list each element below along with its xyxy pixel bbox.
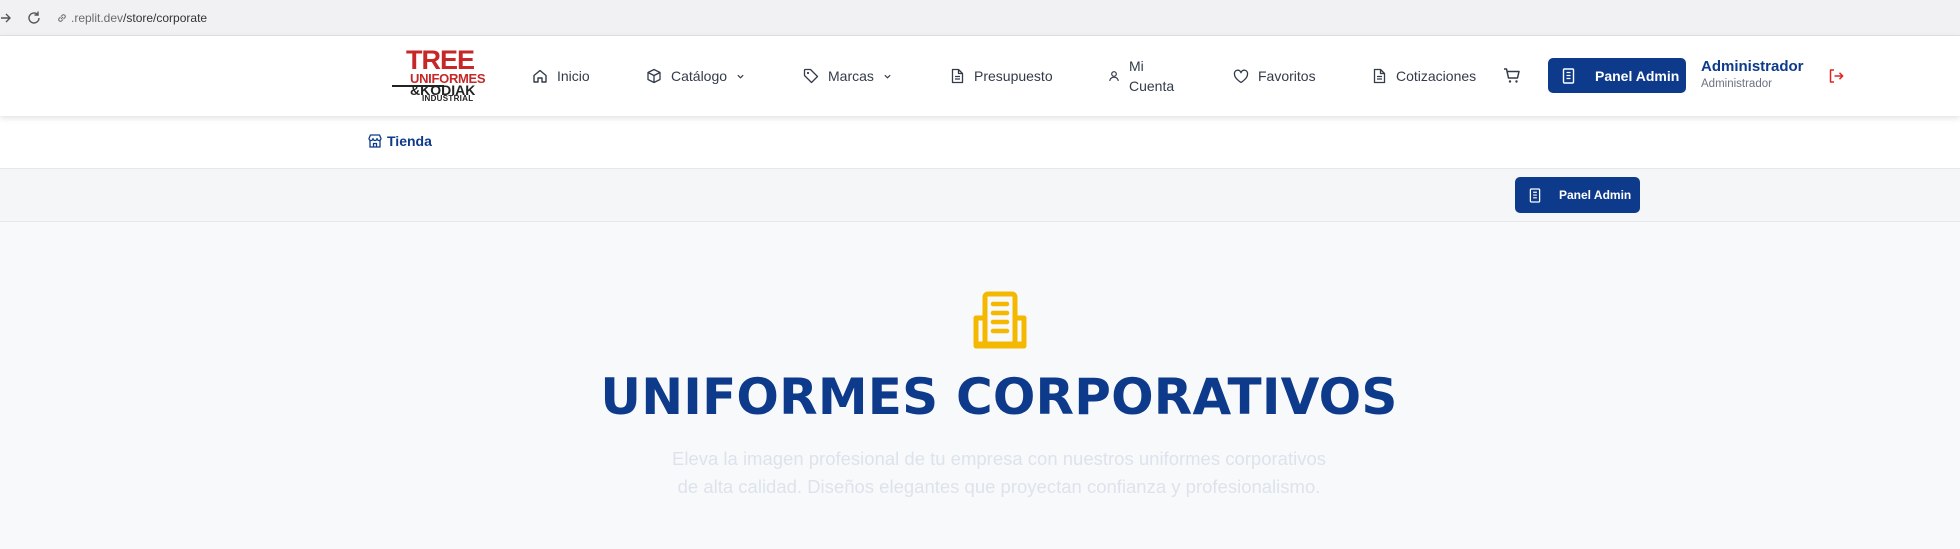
panel-admin-label: Panel Admin [1595,67,1680,84]
page-title: UNIFORMES CORPORATIVOS [600,368,1398,426]
document-icon [1373,68,1386,84]
logout-icon[interactable] [1827,67,1845,85]
url-host: .replit.dev [71,10,124,25]
user-role: Administrador [1701,78,1772,90]
nav-presupuesto-label: Presupuesto [974,68,1053,84]
chevron-down-icon [737,74,744,79]
nav-mi-cuenta-line2: Cuenta [1129,78,1175,94]
user-icon [1109,71,1119,82]
breadcrumb: Tienda [0,116,1960,169]
building-icon [1562,67,1575,84]
url-field[interactable]: .replit.dev/store/corporate [56,11,207,25]
nav-cotizaciones-label: Cotizaciones [1396,68,1477,84]
nav-mi-cuenta-line1: Mi [1129,58,1144,74]
link-icon [56,12,68,24]
nav-catalogo[interactable]: Catálogo [646,36,745,116]
nav-presupuesto[interactable]: Presupuesto [950,36,1053,116]
hero-section: UNIFORMES CORPORATIVOS Eleva la imagen p… [0,222,1960,549]
logo-text-tree: TREE [406,45,475,75]
reload-icon[interactable] [26,10,42,26]
site-header: TREE UNIFORMES &KODIAK INDUSTRIAL Inicio… [0,36,1960,116]
nav-cotizaciones[interactable]: Cotizaciones [1372,36,1476,116]
breadcrumb-tienda[interactable]: Tienda [367,133,432,149]
nav-inicio-label: Inicio [557,68,590,84]
admin-toolbar: Panel Admin [0,169,1960,222]
box-icon [647,68,661,84]
chevron-down-icon [884,74,891,79]
breadcrumb-tienda-label: Tienda [387,133,432,149]
browser-address-bar: .replit.dev/store/corporate [0,0,1960,36]
nav-mi-cuenta-label: Mi Cuenta [1129,56,1174,96]
building-icon [968,288,1032,352]
store-icon [368,134,382,148]
url-path: /store/corporate [123,10,208,25]
nav-marcas[interactable]: Marcas [803,36,892,116]
nav-favoritos-label: Favoritos [1258,68,1316,84]
nav-inicio[interactable]: Inicio [532,36,590,116]
user-name[interactable]: Administrador [1701,58,1804,75]
nav-catalogo-label: Catálogo [671,68,728,84]
nav-mi-cuenta[interactable]: Mi Cuenta [1108,36,1174,116]
panel-admin-button-secondary[interactable]: Panel Admin [1515,177,1640,213]
hero-description: Eleva la imagen profesional de tu empres… [671,448,1326,497]
logo-text-industrial: INDUSTRIAL [422,94,474,103]
cart-icon[interactable] [1502,66,1522,86]
home-icon [533,69,547,83]
tag-icon [803,68,819,84]
document-icon [951,68,964,84]
nav-marcas-label: Marcas [828,68,874,84]
nav-favoritos[interactable]: Favoritos [1233,36,1316,116]
back-arrow-icon[interactable] [0,12,14,24]
heart-icon [1233,69,1249,83]
panel-admin-secondary-label: Panel Admin [1559,188,1632,202]
building-icon [1529,187,1541,203]
site-logo[interactable]: TREE UNIFORMES &KODIAK INDUSTRIAL [388,47,488,105]
panel-admin-button[interactable]: Panel Admin [1548,58,1686,93]
